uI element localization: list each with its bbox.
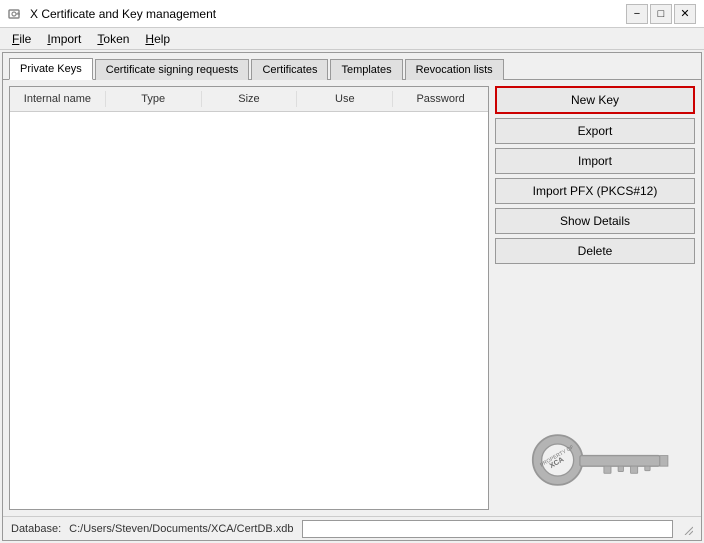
minimize-button[interactable]: − xyxy=(626,4,648,24)
delete-button[interactable]: Delete xyxy=(495,238,695,264)
import-pfx-button[interactable]: Import PFX (PKCS#12) xyxy=(495,178,695,204)
menu-token[interactable]: Token xyxy=(89,30,137,48)
close-button[interactable]: ✕ xyxy=(674,4,696,24)
col-type: Type xyxy=(106,91,202,107)
menu-help[interactable]: Help xyxy=(137,30,178,48)
status-bar: Database: C:/Users/Steven/Documents/XCA/… xyxy=(3,516,701,540)
database-label: Database: xyxy=(11,523,61,535)
resize-grip[interactable] xyxy=(681,523,693,535)
col-internal-name: Internal name xyxy=(10,91,106,107)
action-panel: New Key Export Import Import PFX (PKCS#1… xyxy=(495,86,695,510)
export-button[interactable]: Export xyxy=(495,118,695,144)
tab-private-keys[interactable]: Private Keys xyxy=(9,58,93,80)
tab-certificates[interactable]: Certificates xyxy=(251,59,328,80)
import-button[interactable]: Import xyxy=(495,148,695,174)
status-input[interactable] xyxy=(302,520,673,538)
keys-table[interactable]: Internal name Type Size Use Password xyxy=(9,86,489,510)
col-use: Use xyxy=(297,91,393,107)
database-path: C:/Users/Steven/Documents/XCA/CertDB.xdb xyxy=(69,523,293,535)
menu-bar: File Import Token Help xyxy=(0,28,704,50)
tab-bar: Private Keys Certificate signing request… xyxy=(3,53,701,80)
main-window: Private Keys Certificate signing request… xyxy=(2,52,702,541)
show-details-button[interactable]: Show Details xyxy=(495,208,695,234)
key-illustration: PROPERTY OF XCA xyxy=(495,268,695,510)
menu-import[interactable]: Import xyxy=(39,30,89,48)
tab-templates[interactable]: Templates xyxy=(330,59,402,80)
key-image: PROPERTY OF XCA xyxy=(515,420,675,500)
tab-csr[interactable]: Certificate signing requests xyxy=(95,59,250,80)
app-icon xyxy=(8,6,24,22)
table-header: Internal name Type Size Use Password xyxy=(10,87,488,112)
title-bar-left: X Certificate and Key management xyxy=(8,6,216,22)
title-bar: X Certificate and Key management − □ ✕ xyxy=(0,0,704,28)
menu-file[interactable]: File xyxy=(4,30,39,48)
content-area: Internal name Type Size Use Password New… xyxy=(3,80,701,516)
col-password: Password xyxy=(393,91,488,107)
window-controls[interactable]: − □ ✕ xyxy=(626,4,696,24)
new-key-button[interactable]: New Key xyxy=(495,86,695,114)
maximize-button[interactable]: □ xyxy=(650,4,672,24)
app-title: X Certificate and Key management xyxy=(30,7,216,21)
tab-revocation[interactable]: Revocation lists xyxy=(405,59,504,80)
col-size: Size xyxy=(202,91,298,107)
